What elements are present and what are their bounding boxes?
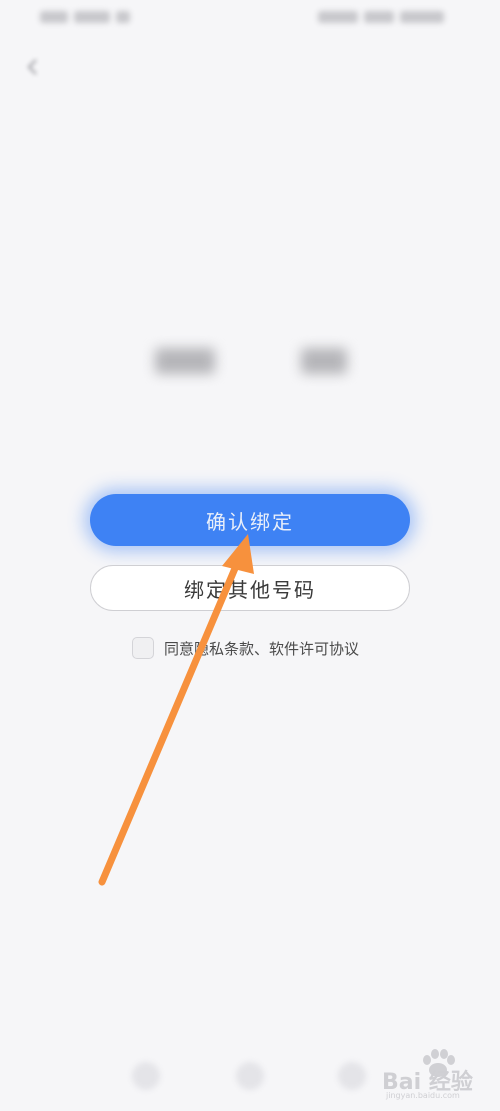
status-bar bbox=[0, 0, 500, 36]
bottom-icon-2 bbox=[236, 1062, 264, 1090]
page-title-blurred bbox=[190, 264, 302, 296]
agreement-row[interactable]: 同意隐私条款、软件许可协议 bbox=[132, 636, 359, 660]
status-bar-right bbox=[318, 8, 458, 26]
bottom-icon-1 bbox=[132, 1062, 160, 1090]
status-bar-left bbox=[40, 8, 140, 26]
checkbox-icon[interactable] bbox=[132, 637, 154, 659]
bottom-icon-3 bbox=[338, 1062, 366, 1090]
annotation-arrow bbox=[98, 534, 254, 886]
bottom-icons bbox=[0, 1060, 500, 1100]
agreement-text: 同意隐私条款、软件许可协议 bbox=[164, 639, 360, 658]
back-arrow-icon[interactable] bbox=[22, 56, 44, 78]
phone-number-blurred bbox=[155, 340, 347, 380]
confirm-bind-button[interactable]: 确认绑定 bbox=[90, 494, 410, 546]
bind-other-number-button[interactable]: 绑定其他号码 bbox=[90, 565, 410, 611]
